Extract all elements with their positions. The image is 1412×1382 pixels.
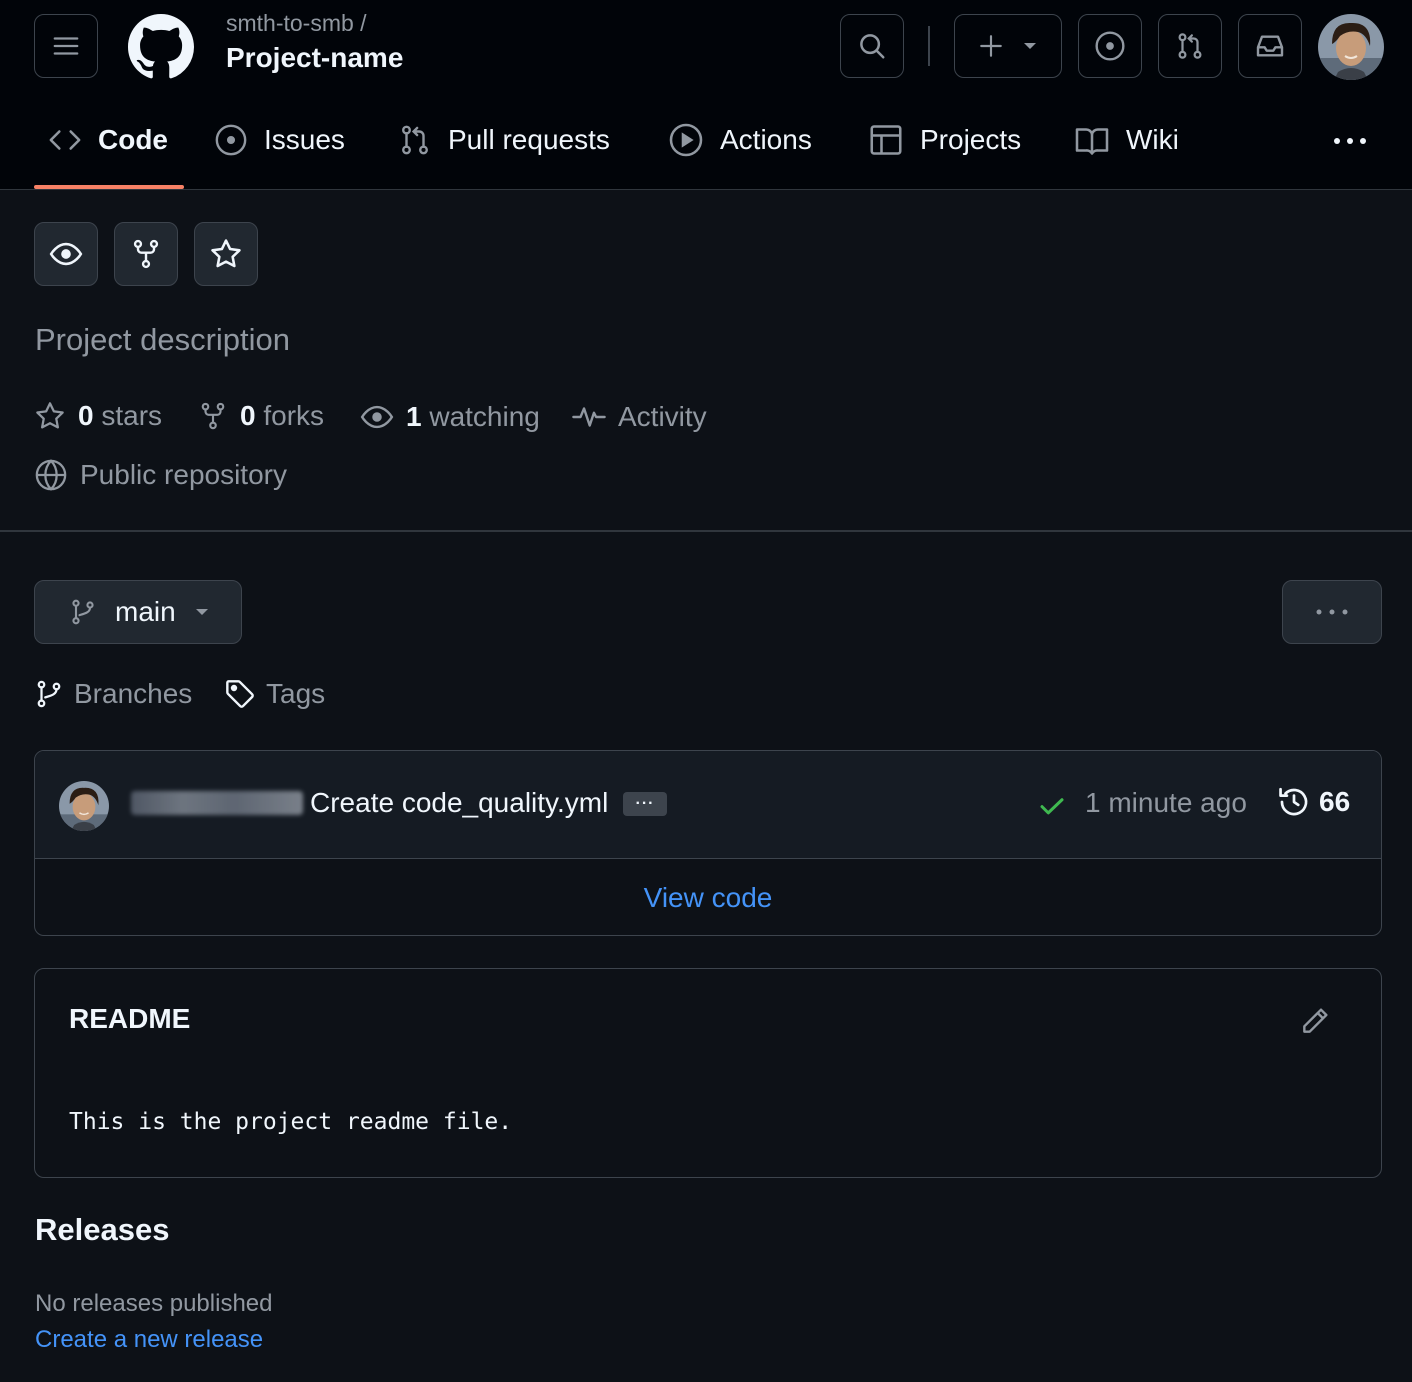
eye-icon [360,405,394,429]
commit-message-link[interactable]: Create code_quality.yml [310,787,608,819]
branches-label: Branches [74,678,193,709]
globe-icon [35,459,67,491]
watching-link[interactable]: 1 watching [360,400,540,434]
repo-forked-icon [201,402,225,430]
kebab-horizontal-icon [1334,138,1366,144]
caret-down-icon [1024,43,1036,49]
git-pull-request-icon [402,125,428,155]
kebab-horizontal-icon [1316,609,1348,615]
hamburger-icon [53,37,79,55]
pencil-icon [1303,1008,1328,1033]
tab-projects-label: Projects [920,124,1022,155]
watch-button[interactable] [34,222,98,286]
selected-tab-indicator [34,185,184,189]
repo-name-link[interactable]: Project-name [226,42,403,74]
tab-pull-requests-label: Pull requests [448,124,610,155]
pull-requests-button[interactable] [1158,14,1222,78]
edit-readme-button[interactable] [1299,1005,1331,1037]
menu-button[interactable] [34,14,98,78]
tags-label: Tags [266,678,326,709]
tab-wiki-label: Wiki [1126,124,1179,155]
git-branch-icon [72,599,94,625]
eye-icon [49,242,83,266]
plus-icon [980,35,1002,57]
commit-count: 66 [1319,786,1351,817]
visibility-label: Public repository [34,458,287,492]
branch-name: main [115,596,176,627]
issue-opened-icon [1095,31,1125,61]
issue-opened-icon [215,124,247,156]
caret-down-icon [195,609,208,615]
commit-author-name-redacted[interactable] [131,791,303,815]
tags-link[interactable]: Tags [224,678,325,710]
tab-actions[interactable]: Actions [668,108,812,172]
latest-commit-box: Create code_quality.yml ··· 1 minute ago… [34,750,1382,936]
pulse-icon [572,407,606,427]
no-releases-text: No releases published [35,1290,273,1317]
create-release-link[interactable]: Create a new release [35,1326,263,1354]
latest-commit-header: Create code_quality.yml ··· 1 minute ago… [35,751,1381,859]
issues-button[interactable] [1078,14,1142,78]
repo-owner-link[interactable]: smth-to-smb / [226,10,367,37]
activity-label: Activity [618,401,707,432]
forks-count: 0 [240,400,256,431]
star-button[interactable] [194,222,258,286]
tab-issues-label: Issues [264,124,345,155]
tab-code[interactable]: Code [48,108,168,172]
tab-issues[interactable]: Issues [214,108,345,172]
tab-pull-requests[interactable]: Pull requests [398,108,610,172]
branches-link[interactable]: Branches [34,678,192,710]
tab-actions-label: Actions [720,124,812,155]
github-logo-icon[interactable] [128,14,194,80]
stars-link[interactable]: 0 stars [34,400,162,432]
fork-button[interactable] [114,222,178,286]
stars-label: stars [101,400,163,431]
forks-link[interactable]: 0 forks [198,400,324,432]
inbox-button[interactable] [1238,14,1302,78]
tab-projects[interactable]: Projects [868,108,1021,172]
inbox-icon [1256,35,1284,57]
tab-code-label: Code [98,124,168,155]
activity-link[interactable]: Activity [572,400,707,434]
book-icon [1075,128,1109,155]
code-icon [49,130,81,150]
readme-box: README This is the project readme file. [34,968,1382,1178]
star-icon [211,239,241,268]
tabs-overflow-button[interactable] [1330,124,1370,158]
commit-expand-button[interactable]: ··· [623,792,667,816]
play-icon [669,123,703,157]
readme-title: README [69,1003,191,1034]
repo-description: Project description [35,322,291,357]
check-icon[interactable] [1037,791,1067,821]
forks-label: forks [263,400,325,431]
star-icon [36,402,64,429]
watching-label: watching [429,401,540,432]
stars-count: 0 [78,400,94,431]
branch-selector-button[interactable]: main [34,580,242,644]
view-code-link[interactable]: View code [35,859,1381,935]
history-icon [1279,787,1308,816]
tag-icon [226,680,254,708]
releases-heading[interactable]: Releases [35,1212,169,1248]
readme-content: This is the project readme file. [69,1109,513,1135]
search-icon [860,34,885,59]
git-branch-icon [37,680,61,708]
table-icon [870,125,902,155]
search-button[interactable] [840,14,904,78]
visibility-text: Public repository [80,459,287,490]
app-header: smth-to-smb / Project-name Code Issues P… [0,0,1412,190]
watching-count: 1 [406,401,422,432]
section-divider [0,530,1412,532]
header-separator [928,26,930,66]
create-new-button[interactable] [954,14,1062,78]
git-pull-request-icon [1178,33,1202,59]
commit-history-link[interactable]: 66 [1277,785,1350,819]
repo-nav-tabs: Code Issues Pull requests Actions Projec… [0,108,1412,190]
commit-author-avatar[interactable] [59,781,109,831]
tab-wiki[interactable]: Wiki [1074,108,1179,172]
more-options-button[interactable] [1282,580,1382,644]
user-avatar[interactable] [1318,14,1384,80]
commit-timestamp[interactable]: 1 minute ago [1085,787,1247,819]
repo-forked-icon [133,239,159,269]
